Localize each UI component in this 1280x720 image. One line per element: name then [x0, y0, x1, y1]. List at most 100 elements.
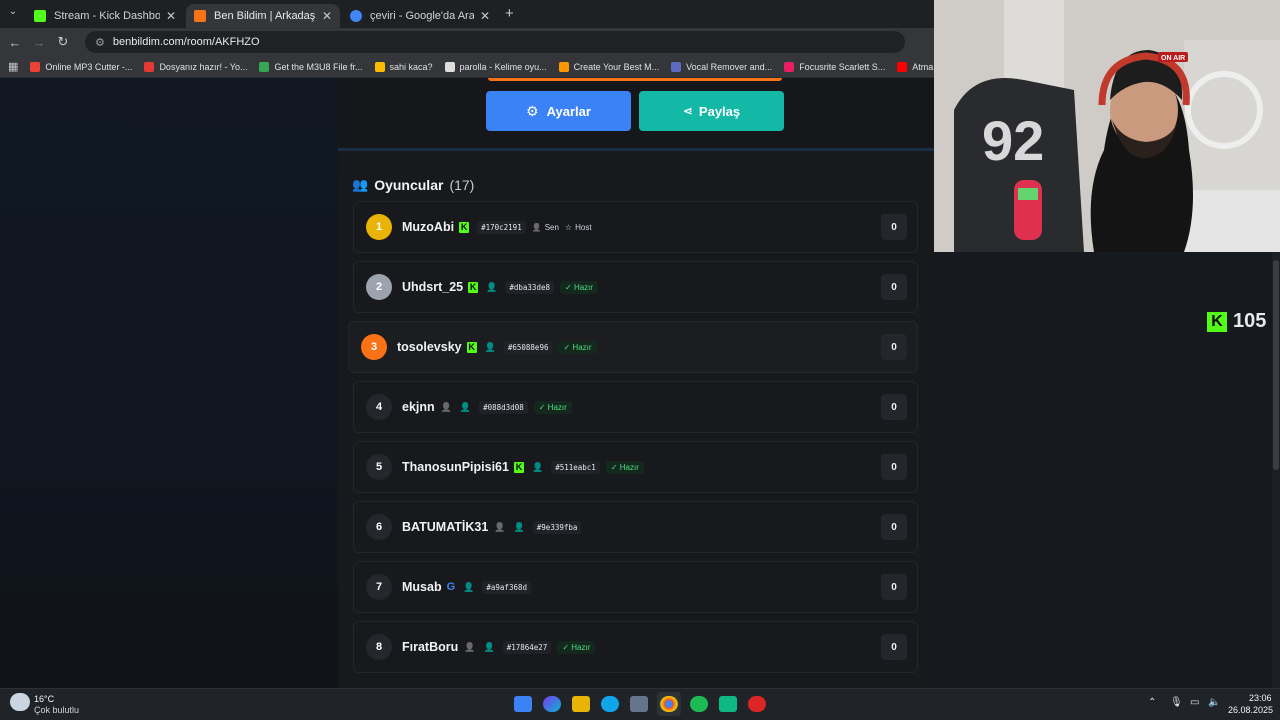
add-friend-icon[interactable]: 👤 — [485, 342, 496, 353]
player-id-code: #17864e27 — [502, 640, 552, 654]
bookmark-favicon-icon — [30, 61, 41, 72]
bookmark-label: Focusrite Scarlett S... — [799, 61, 886, 72]
add-friend-icon[interactable]: 👤 — [486, 282, 497, 293]
player-row[interactable]: 7 Musab G 👤 #a9af368d 0 — [353, 561, 918, 613]
kick-badge-icon: K — [466, 341, 477, 353]
add-friend-icon[interactable]: 👤 — [460, 402, 471, 413]
orange-accent-bar — [488, 78, 782, 81]
player-rank: 3 — [361, 334, 387, 360]
gear-icon: ⚙ — [526, 102, 539, 119]
store-icon[interactable] — [630, 696, 648, 712]
bookmark-item[interactable]: Atma - YouTube — [897, 61, 934, 72]
add-friend-icon[interactable]: 👤 — [514, 522, 525, 533]
you-tag: 👤 Sen — [532, 223, 559, 232]
tab-ben-bildim[interactable]: Ben Bildim | Arkadaşlarınla Onli ✕ — [186, 4, 340, 28]
player-id-code: #511eabc1 — [551, 460, 600, 474]
start-menu-icon[interactable] — [514, 696, 532, 712]
back-icon[interactable]: ← — [3, 35, 27, 50]
copilot-icon[interactable] — [543, 696, 561, 712]
guest-user-icon: 👤 — [464, 641, 476, 652]
add-friend-icon[interactable]: 👤 — [532, 462, 543, 473]
room-main-column: ⚙ Ayarlar ⋖ Paylaş 👥 Oyuncular (17) 1 Muz… — [338, 78, 934, 688]
player-row[interactable]: 5 ThanosunPipisi61 K 👤 #511eabc1 ✓ Hazır 0 — [353, 441, 918, 493]
reload-icon[interactable]: ↻ — [51, 34, 75, 50]
bookmark-item[interactable]: Get the M3U8 File fr... — [259, 61, 363, 72]
clock-time[interactable]: 23:06 — [1249, 693, 1272, 703]
file-explorer-icon[interactable] — [572, 696, 590, 712]
bookmark-favicon-icon — [558, 61, 569, 72]
player-score: 0 — [881, 334, 907, 360]
player-row[interactable]: 4 ekjnn 👤 👤 #088d3d08 ✓ Hazır 0 — [353, 381, 918, 433]
tab-kick-dashboard[interactable]: Stream - Kick Dashboard ✕ — [26, 4, 184, 28]
bookmark-label: Create Your Best M... — [573, 61, 660, 72]
bookmark-item[interactable]: Create Your Best M... — [558, 61, 660, 72]
bookmark-item[interactable]: parolla - Kelime oyu... — [444, 61, 547, 72]
player-score: 0 — [881, 394, 907, 420]
ready-status-label: Hazır — [571, 642, 591, 652]
bookmark-item[interactable]: Dosyanız hazır! - Yo... — [144, 61, 247, 72]
url-text: benbildim.com/room/AKFHZO — [112, 36, 260, 48]
edge-browser-icon[interactable] — [601, 696, 619, 712]
viewer-count-badge: K 105 — [1207, 310, 1266, 333]
check-circle-icon: ✓ — [565, 282, 574, 292]
close-tab-icon[interactable]: ✕ — [480, 9, 490, 23]
guest-user-icon: 👤 — [494, 521, 506, 532]
close-tab-icon[interactable]: ✕ — [322, 9, 332, 23]
users-icon: 👥 — [352, 177, 369, 192]
network-icon[interactable]: ▭ — [1190, 697, 1199, 708]
media-player-icon[interactable] — [748, 696, 766, 712]
self-user-icon: 👤 — [531, 222, 542, 232]
apps-grid-icon[interactable]: ▦ — [8, 60, 18, 73]
player-row[interactable]: 3 tosolevsky K 👤 #65088e96 ✓ Hazır 0 — [348, 321, 918, 373]
bookmark-item[interactable]: Focusrite Scarlett S... — [784, 61, 886, 72]
player-score: 0 — [881, 634, 907, 660]
volume-icon[interactable]: 🔈 — [1208, 697, 1220, 708]
tab-search-icon[interactable]: ⌄ — [6, 6, 20, 20]
ready-status-badge: ✓ Hazır — [560, 280, 599, 294]
chrome-icon[interactable] — [660, 696, 678, 712]
url-field[interactable]: ⚙ benbildim.com/room/AKFHZO — [85, 31, 905, 53]
bookmark-label: Get the M3U8 File fr... — [274, 61, 363, 72]
benbildim-favicon-icon — [194, 10, 206, 22]
player-name: Musab — [402, 580, 442, 594]
page-scrollbar-thumb[interactable] — [1273, 260, 1279, 470]
google-favicon-icon — [350, 10, 362, 22]
webcam-overlay: 92 ON AIR — [934, 0, 1280, 252]
player-row[interactable]: 8 FıratBoru 👤 👤 #17864e27 ✓ Hazır 0 — [353, 621, 918, 673]
player-id-code: #170c2191 — [477, 220, 526, 234]
bookmark-item[interactable]: Online MP3 Cutter -... — [30, 61, 132, 72]
tab-google-ceviri[interactable]: çeviri - Google'da Ara ✕ — [342, 4, 498, 28]
spotify-icon[interactable] — [690, 696, 708, 712]
bookmark-item[interactable]: Vocal Remover and... — [671, 61, 772, 72]
player-name: BATUMATİK31 — [402, 520, 489, 534]
site-info-icon[interactable]: ⚙ — [95, 36, 105, 49]
bookmark-favicon-icon — [671, 61, 682, 72]
settings-button[interactable]: ⚙ Ayarlar — [486, 91, 631, 131]
new-tab-button[interactable]: + — [505, 5, 514, 22]
add-friend-icon[interactable]: 👤 — [463, 582, 474, 593]
weather-cloud-icon[interactable] — [10, 693, 30, 711]
player-row[interactable]: 2 Uhdsrt_25 K 👤 #dba33de8 ✓ Hazır 0 — [353, 261, 918, 313]
tray-chevron-icon[interactable]: ⌃ — [1148, 697, 1156, 708]
app-green-icon[interactable] — [719, 696, 737, 712]
microphone-icon[interactable]: 🎙 — [1170, 697, 1183, 708]
share-button[interactable]: ⋖ Paylaş — [639, 91, 784, 131]
forward-icon[interactable]: → — [27, 35, 51, 50]
players-heading: 👥 Oyuncular (17) — [352, 177, 474, 193]
bookmark-label: parolla - Kelime oyu... — [459, 61, 547, 72]
player-name: tosolevsky — [397, 340, 462, 354]
player-rank: 7 — [366, 574, 392, 600]
clock-date[interactable]: 26.08.2025 — [1228, 705, 1273, 715]
add-friend-icon[interactable]: 👤 — [483, 642, 494, 653]
bookmark-label: sahi kaca? — [389, 61, 433, 72]
player-id-code: #9e339fba — [532, 520, 582, 534]
player-row[interactable]: 1 MuzoAbi K #170c2191 👤 Sen ☆ Host 0 — [353, 201, 918, 253]
player-id-code: #088d3d08 — [479, 400, 528, 414]
ready-status-label: Hazır — [572, 342, 592, 352]
player-row[interactable]: 6 BATUMATİK31 👤 👤 #9e339fba 0 — [353, 501, 918, 553]
close-tab-icon[interactable]: ✕ — [166, 9, 176, 23]
bookmark-item[interactable]: sahi kaca? — [374, 61, 433, 72]
ready-status-badge: ✓ Hazır — [557, 640, 596, 654]
player-score: 0 — [881, 274, 907, 300]
ready-status-label: Hazır — [547, 402, 567, 412]
